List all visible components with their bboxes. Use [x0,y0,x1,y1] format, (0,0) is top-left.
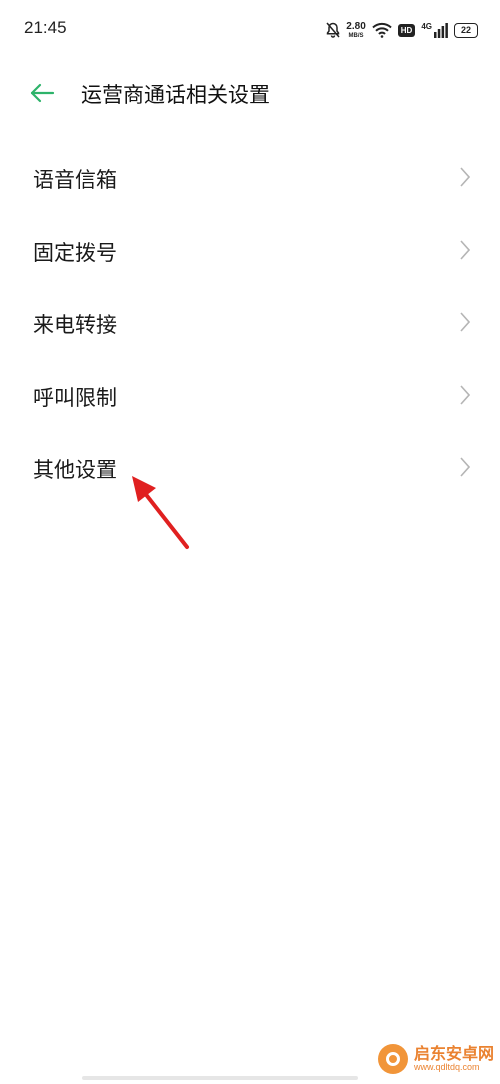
menu-item-label: 来电转接 [33,313,117,338]
watermark-name: 启东安卓网 [413,1044,494,1064]
menu-item-fixed-dialing[interactable]: 固定拨号 [0,216,500,289]
menu-item-label: 语音信箱 [33,168,117,193]
menu-item-other-settings[interactable]: 其他设置 [0,433,500,506]
battery-icon: 22 [454,22,478,38]
signal-icon: 4G [421,22,448,38]
back-arrow-icon [29,83,55,107]
title-bar: 运营商通话相关设置 [0,70,500,120]
menu-item-label: 呼叫限制 [33,385,117,410]
chevron-right-icon [460,240,471,264]
watermark: 启东安卓网 www.qdltdq.com [377,1044,494,1074]
watermark-url: www.qdltdq.com [413,1061,480,1072]
menu-item-voicemail[interactable]: 语音信箱 [0,143,500,216]
page-title: 运营商通话相关设置 [81,83,270,107]
wifi-icon [372,22,392,38]
menu-item-label: 其他设置 [33,458,117,483]
network-speed: 2.80 MB/S [346,20,366,39]
menu-item-call-barring[interactable]: 呼叫限制 [0,361,500,434]
status-icons: 2.80 MB/S HD 4G 22 [326,18,478,42]
bell-muted-icon [326,22,340,38]
hd-icon: HD [397,23,416,37]
chevron-right-icon [460,457,471,481]
chevron-right-icon [460,167,471,191]
status-bar: 21:45 2.80 MB/S HD 4G 22 [0,0,500,60]
chevron-right-icon [460,312,471,336]
menu-item-call-forwarding[interactable]: 来电转接 [0,288,500,361]
chevron-right-icon [460,385,471,409]
settings-list: 语音信箱 固定拨号 来电转接 呼叫限制 其他设置 [0,143,500,506]
back-button[interactable] [26,80,58,110]
watermark-logo-icon [377,1044,408,1074]
status-time: 21:45 [24,18,67,37]
menu-item-label: 固定拨号 [33,240,117,265]
gesture-bar[interactable] [82,1076,358,1080]
